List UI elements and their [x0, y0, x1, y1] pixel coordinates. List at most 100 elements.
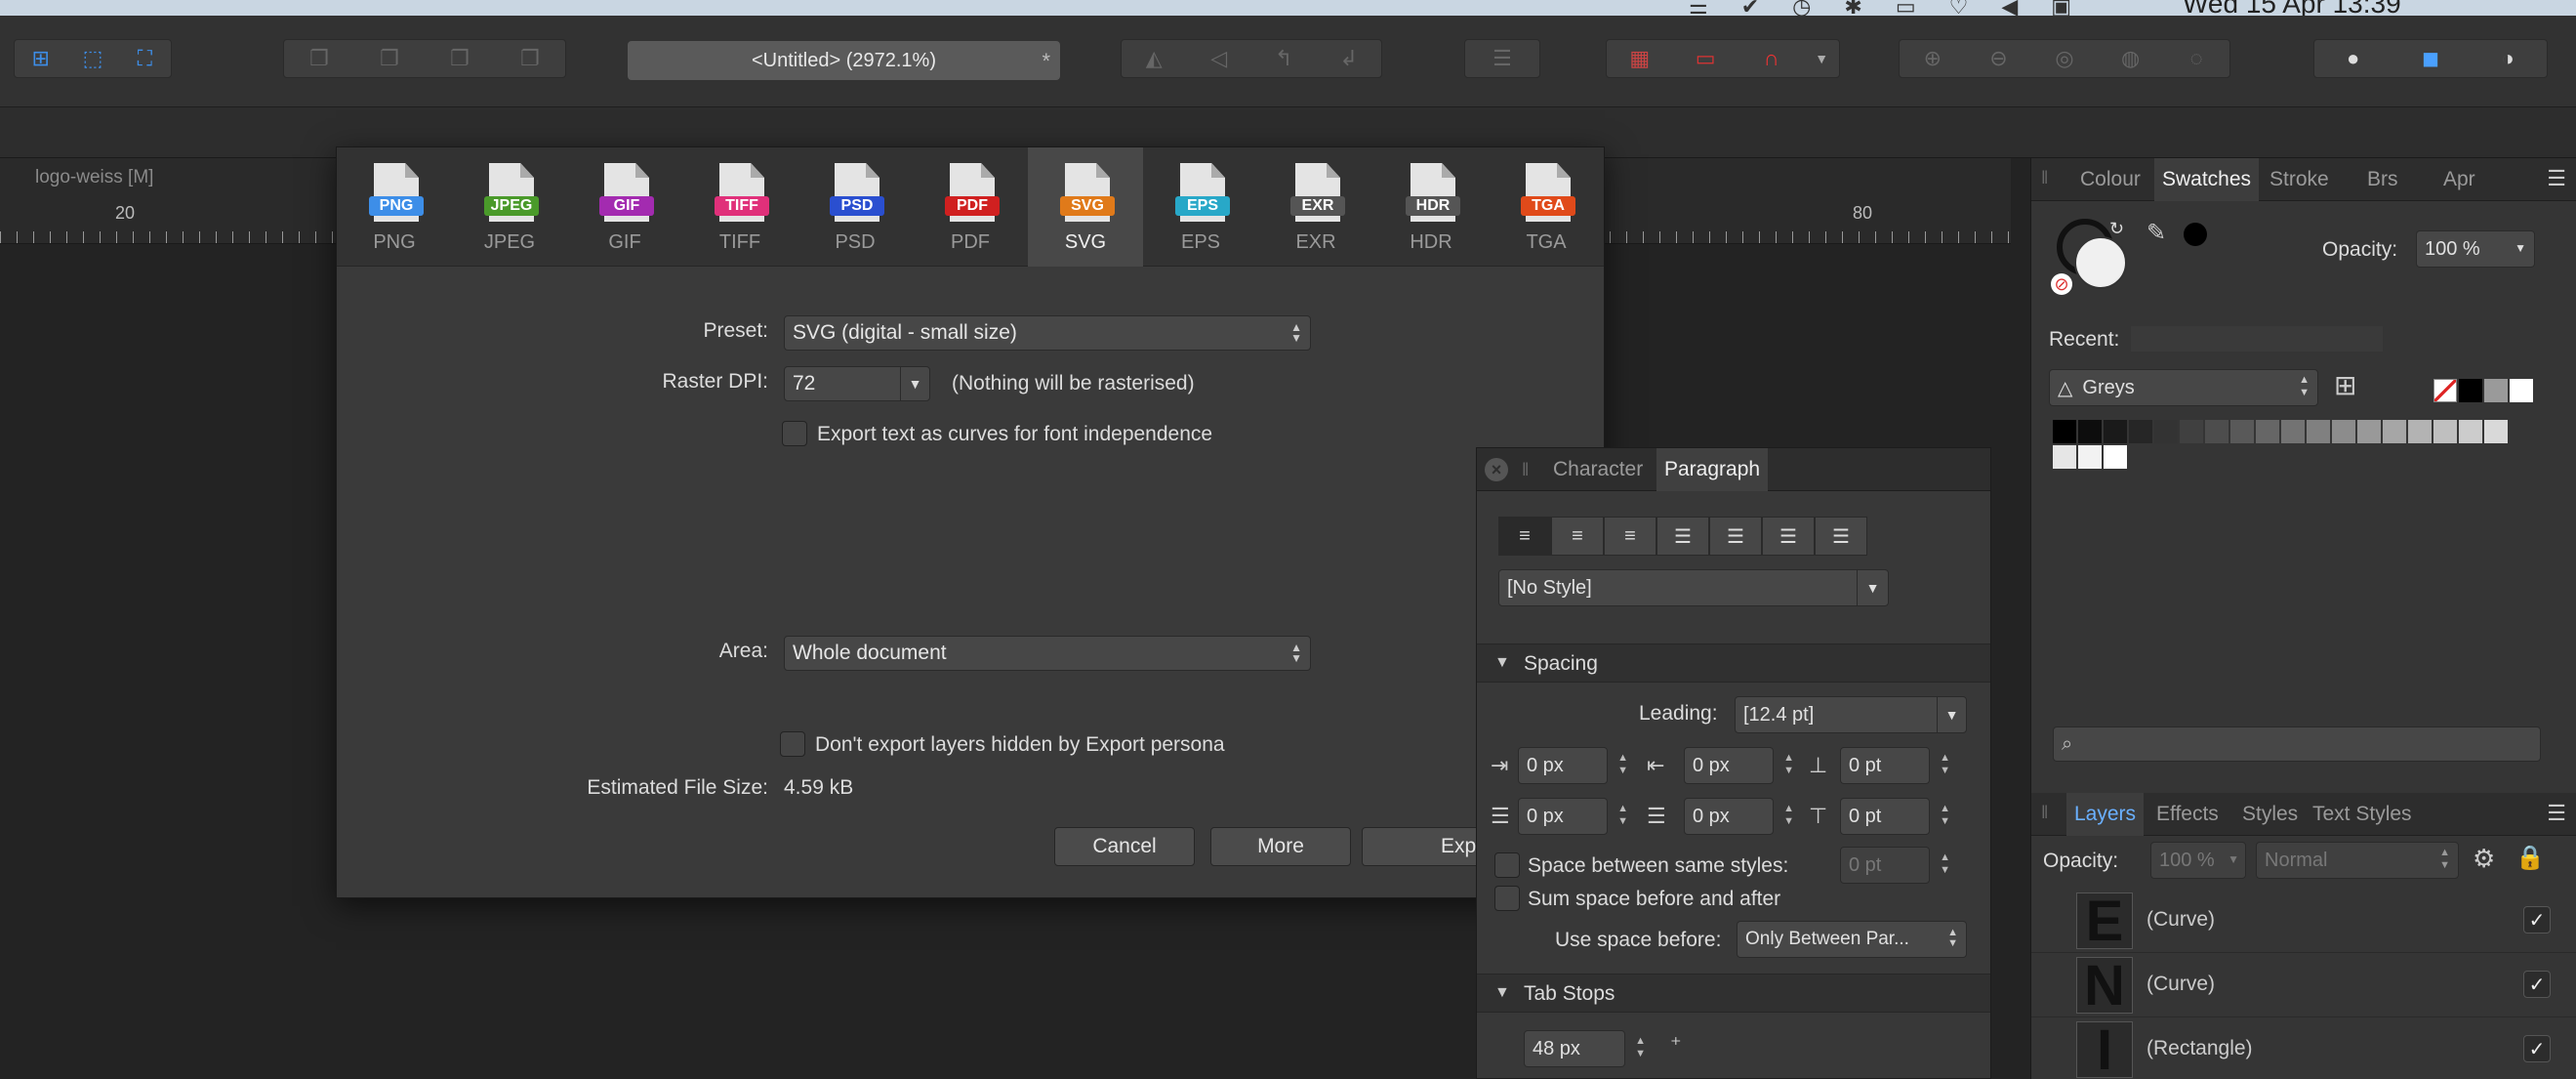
boolean-subtract-icon[interactable]: ⊖: [1966, 46, 2032, 71]
battery-icon[interactable]: ▭: [1896, 0, 1916, 16]
chevron-down-icon[interactable]: ▼: [2515, 241, 2526, 255]
use-space-select[interactable]: Only Between Par... ▲ ▼: [1737, 921, 1967, 958]
area-select[interactable]: Whole document ▲ ▼: [784, 636, 1311, 671]
justify-center-icon[interactable]: ☰: [1709, 517, 1762, 556]
grey-swatch[interactable]: [2104, 420, 2127, 443]
tab-character[interactable]: Character: [1545, 448, 1651, 491]
same-styles-field[interactable]: 0 pt ▲ ▼: [1840, 847, 1950, 884]
leading-combo[interactable]: [12.4 pt] ▼: [1735, 696, 1967, 733]
grey-swatch[interactable]: [2230, 420, 2254, 443]
boolean-xor-icon[interactable]: ◍: [2098, 46, 2164, 71]
tab-appearance[interactable]: Apr: [2435, 158, 2483, 201]
close-icon[interactable]: ×: [1485, 458, 1508, 481]
raster-dpi-combo[interactable]: 72 ▼: [784, 366, 930, 401]
layer-row[interactable]: E (Curve) ✓: [2031, 889, 2576, 953]
swatch-search-input[interactable]: ⌕: [2053, 726, 2541, 762]
justify-all-icon[interactable]: ☰: [1815, 517, 1867, 556]
space-before-line-field[interactable]: 0 pt ▲ ▼: [1840, 747, 1950, 784]
justify-left-icon[interactable]: ☰: [1656, 517, 1709, 556]
stepper-icon[interactable]: ▲ ▼: [1783, 803, 1794, 828]
format-tiff[interactable]: TIFF TIFF: [682, 147, 797, 267]
boolean-divide-icon[interactable]: ◌: [2163, 46, 2229, 71]
stepper-icon[interactable]: ▲ ▼: [1635, 1035, 1646, 1060]
add-tab-stop-icon[interactable]: ⁺: [1670, 1032, 1682, 1058]
snapping-grid-icon[interactable]: ▦: [1607, 46, 1672, 71]
indent-right-field[interactable]: 0 px ▲ ▼: [1684, 747, 1794, 784]
calendar-icon[interactable]: ▣: [2051, 0, 2071, 16]
grey-swatch[interactable]: [2408, 420, 2432, 443]
lock-icon[interactable]: 🔒: [2515, 844, 2545, 872]
indent-left-field[interactable]: 0 px ▲ ▼: [1518, 747, 1628, 784]
format-pdf[interactable]: PDF PDF: [913, 147, 1028, 267]
drag-handle-icon[interactable]: ‖: [1522, 460, 1529, 480]
arrange-backward-icon[interactable]: ❐: [354, 46, 425, 71]
drag-handle-icon[interactable]: ‖: [2041, 168, 2048, 188]
chevron-down-icon[interactable]: ▼: [1857, 570, 1888, 605]
picked-colour-swatch[interactable]: [2184, 223, 2207, 246]
tab-stop-field[interactable]: 48 px ▲ ▼: [1524, 1030, 1646, 1067]
format-jpeg[interactable]: JPEG JPEG: [452, 147, 567, 267]
transform-icon[interactable]: ⛶: [119, 46, 171, 71]
rotate-right-icon[interactable]: ↲: [1317, 46, 1382, 71]
grey-swatch[interactable]: [2205, 420, 2228, 443]
cancel-button[interactable]: Cancel: [1054, 827, 1195, 866]
tab-paragraph[interactable]: Paragraph: [1656, 448, 1769, 491]
align-right-icon[interactable]: ≡: [1604, 517, 1656, 556]
volume-icon[interactable]: ◀: [2001, 0, 2018, 16]
grey-swatch[interactable]: [2154, 420, 2178, 443]
stepper-icon[interactable]: ▲ ▼: [1617, 803, 1628, 828]
arrange-forward-icon[interactable]: ❐: [425, 46, 495, 71]
sum-space-checkbox[interactable]: [1494, 886, 1520, 911]
grey-swatch[interactable]: [2357, 420, 2381, 443]
layer-visibility-checkbox[interactable]: ✓: [2523, 1035, 2551, 1062]
stepper-icon[interactable]: ▲ ▼: [1617, 752, 1628, 777]
justify-right-icon[interactable]: ☰: [1762, 517, 1815, 556]
same-styles-checkbox[interactable]: [1494, 852, 1520, 878]
format-exr[interactable]: EXR EXR: [1258, 147, 1373, 267]
grey-swatch[interactable]: [2484, 420, 2508, 443]
colour-toggle-icon[interactable]: ◑: [2470, 46, 2547, 71]
wifi-icon[interactable]: ♡: [1949, 0, 1969, 16]
grey-swatch[interactable]: [2307, 420, 2330, 443]
tab-stops-section-header[interactable]: ▼ Tab Stops: [1477, 974, 1990, 1013]
panel-menu-icon[interactable]: ☰: [2547, 166, 2566, 191]
check-circle-icon[interactable]: ✔: [1741, 0, 1759, 16]
document-title-tab[interactable]: <Untitled> (2972.1%) *: [628, 41, 1060, 80]
grid-select-icon[interactable]: ⊞: [15, 46, 66, 71]
fill-well[interactable]: [2074, 236, 2127, 289]
recent-colours-strip[interactable]: [2131, 326, 2383, 352]
rotate-left-icon[interactable]: ↰: [1251, 46, 1317, 71]
format-eps[interactable]: EPS EPS: [1143, 147, 1258, 267]
swatches-opacity-field[interactable]: 100 % ▼: [2416, 230, 2535, 268]
stepper-icon[interactable]: ▲ ▼: [1940, 851, 1950, 877]
grey-swatch[interactable]: [2256, 420, 2279, 443]
no-colour-icon[interactable]: ⊘: [2051, 273, 2072, 295]
tab-brushes[interactable]: Brs: [2359, 158, 2406, 201]
chevron-down-icon[interactable]: ▼: [2228, 852, 2239, 866]
hidden-layers-checkbox[interactable]: [780, 731, 805, 757]
grey-swatch[interactable]: [2180, 420, 2203, 443]
preset-select[interactable]: SVG (digital - small size) ▲ ▼: [784, 315, 1311, 351]
list-icon[interactable]: ☰: [1689, 0, 1708, 16]
grey-swatch[interactable]: [2281, 420, 2305, 443]
stepper-icon[interactable]: ▲ ▼: [1940, 803, 1950, 828]
gear-icon[interactable]: ⚙: [2473, 844, 2495, 874]
time-machine-icon[interactable]: ◷: [1792, 0, 1811, 16]
space-after-field[interactable]: 0 px ▲ ▼: [1684, 798, 1794, 835]
tab-layers[interactable]: Layers: [2066, 793, 2145, 836]
menubar-clock[interactable]: Wed 15 Apr 13:39: [2183, 0, 2401, 16]
snapping-options-icon[interactable]: ▭: [1672, 46, 1738, 71]
grey-swatch[interactable]: [2433, 420, 2457, 443]
stepper-icon[interactable]: ▲ ▼: [1940, 752, 1950, 777]
format-gif[interactable]: GIF GIF: [567, 147, 682, 267]
spacing-section-header[interactable]: ▼ Spacing: [1477, 643, 1990, 683]
align-center-icon[interactable]: ≡: [1551, 517, 1604, 556]
format-psd[interactable]: PSD PSD: [797, 147, 913, 267]
tab-text-styles[interactable]: Text Styles: [2305, 793, 2420, 836]
no-colour-swatch[interactable]: [2433, 379, 2457, 402]
layer-visibility-checkbox[interactable]: ✓: [2523, 971, 2551, 998]
grey-swatch[interactable]: [2078, 445, 2102, 469]
tab-colour[interactable]: Colour: [2072, 158, 2148, 201]
space-after-line-field[interactable]: 0 pt ▲ ▼: [1840, 798, 1950, 835]
layer-row[interactable]: N (Curve) ✓: [2031, 953, 2576, 1017]
